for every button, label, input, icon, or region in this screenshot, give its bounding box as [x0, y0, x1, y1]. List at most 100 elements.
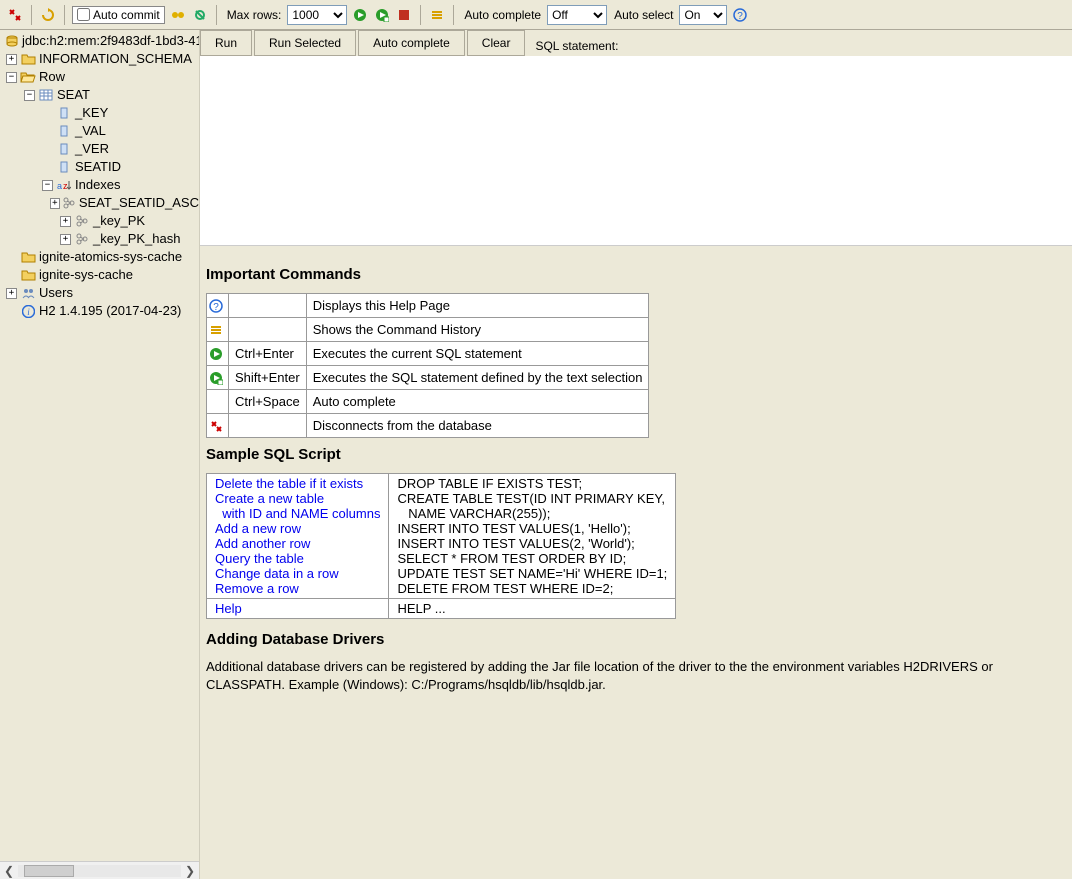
run-button[interactable]: Run [200, 30, 252, 56]
sample-link[interactable]: Change data in a row [215, 566, 380, 581]
commit-icon[interactable] [169, 6, 187, 24]
sample-sql-line: INSERT INTO TEST VALUES(1, 'Hello'); [397, 521, 667, 536]
column-icon [56, 124, 72, 138]
command-shortcut [229, 414, 307, 438]
sql-input[interactable] [200, 56, 1072, 246]
tree-node-label: Row [39, 68, 65, 86]
tree-node-label: ignite-sys-cache [39, 266, 133, 284]
clear-button[interactable]: Clear [467, 30, 526, 56]
tree-node[interactable]: _VER [2, 140, 199, 158]
tree-node-label: _VER [75, 140, 109, 158]
important-commands-heading: Important Commands [206, 266, 1066, 283]
tree-expander[interactable]: + [60, 234, 71, 245]
tree-node-label: _VAL [75, 122, 106, 140]
run-icon[interactable] [351, 6, 369, 24]
auto-select-select[interactable]: OnOff [679, 5, 727, 25]
help-icon: ? [207, 294, 229, 318]
sample-link[interactable]: Create a new table [215, 491, 380, 506]
commands-row: Ctrl+SpaceAuto complete [207, 390, 649, 414]
tree-node[interactable]: SEATID [2, 158, 199, 176]
commands-row: Ctrl+EnterExecutes the current SQL state… [207, 342, 649, 366]
stop-icon[interactable] [395, 6, 413, 24]
sample-link[interactable]: Add another row [215, 536, 380, 551]
sample-link[interactable]: Query the table [215, 551, 380, 566]
auto-complete-select[interactable]: OffNormalFull [547, 5, 607, 25]
tree-node-label: _KEY [75, 104, 108, 122]
tree-node-label: H2 1.4.195 (2017-04-23) [39, 302, 181, 320]
column-icon [56, 106, 72, 120]
tree-node[interactable]: +_key_PK [2, 212, 199, 230]
tree-node[interactable]: _KEY [2, 104, 199, 122]
command-description: Auto complete [306, 390, 649, 414]
tree-node-label: Users [39, 284, 73, 302]
sidebar-scrollbar[interactable]: ❮ ❯ [0, 861, 199, 879]
sample-link[interactable]: Remove a row [215, 581, 380, 596]
folder-open-icon [20, 70, 36, 84]
sample-link[interactable]: with ID and NAME columns [215, 506, 380, 521]
scroll-thumb[interactable] [24, 865, 74, 877]
rollback-icon[interactable] [191, 6, 209, 24]
command-description: Executes the current SQL statement [306, 342, 649, 366]
auto-commit-checkbox[interactable]: Auto commit [72, 6, 165, 24]
tree-node[interactable]: − SEAT [2, 86, 199, 104]
sidebar: jdbc:h2:mem:2f9483df-1bd3-410+INFORMATIO… [0, 30, 200, 879]
run-selected-button[interactable]: Run Selected [254, 30, 356, 56]
tree-node-label: _key_PK_hash [93, 230, 180, 248]
column-icon [56, 160, 72, 174]
index-icon [63, 196, 76, 210]
tree-expander[interactable]: + [60, 216, 71, 227]
blank-icon [207, 390, 229, 414]
tree-expander[interactable]: − [6, 72, 17, 83]
tree-node[interactable]: +SEAT_SEATID_ASC [2, 194, 199, 212]
sample-help-link-cell: Help [207, 599, 389, 619]
table-icon [38, 88, 54, 102]
info-icon: i [20, 304, 36, 318]
tree-expander[interactable]: − [24, 90, 35, 101]
sample-link[interactable]: Add a new row [215, 521, 380, 536]
auto-select-label: Auto select [614, 8, 673, 22]
commands-row: Shows the Command History [207, 318, 649, 342]
history-icon[interactable] [428, 6, 446, 24]
tree-expander[interactable]: + [6, 54, 17, 65]
tree-expander[interactable]: + [6, 288, 17, 299]
index-icon [74, 232, 90, 246]
sample-table: Delete the table if it existsCreate a ne… [206, 473, 676, 619]
max-rows-select[interactable]: 10100100010000100000All [287, 5, 347, 25]
commands-table: ?Displays this Help PageShows the Comman… [206, 293, 649, 438]
content-area: Run Run Selected Auto complete Clear SQL… [200, 30, 1072, 879]
sample-links-cell: Delete the table if it existsCreate a ne… [207, 474, 389, 599]
help-icon[interactable]: ? [731, 6, 749, 24]
tree-node[interactable]: −azIndexes [2, 176, 199, 194]
sample-sql-heading: Sample SQL Script [206, 446, 1066, 463]
tree-node[interactable]: + Users [2, 284, 199, 302]
command-shortcut: Ctrl+Enter [229, 342, 307, 366]
tree-node[interactable]: − Row [2, 68, 199, 86]
tree-expander[interactable]: − [42, 180, 53, 191]
auto-complete-button[interactable]: Auto complete [358, 30, 465, 56]
run-selected-icon[interactable] [373, 6, 391, 24]
svg-text:a: a [57, 181, 62, 191]
drivers-paragraph: Additional database drivers can be regis… [206, 658, 1066, 693]
scroll-left-icon[interactable]: ❮ [4, 864, 14, 878]
tree-node[interactable]: ignite-atomics-sys-cache [2, 248, 199, 266]
top-toolbar: Auto commit Max rows: 101001000100001000… [0, 0, 1072, 30]
command-description: Disconnects from the database [306, 414, 649, 438]
tree-node[interactable]: _VAL [2, 122, 199, 140]
scroll-track[interactable] [18, 865, 181, 877]
auto-commit-input[interactable] [77, 8, 90, 21]
refresh-icon[interactable] [39, 6, 57, 24]
tree-node[interactable]: iH2 1.4.195 (2017-04-23) [2, 302, 199, 320]
disconnect-icon[interactable] [6, 6, 24, 24]
tree-node-label: SEAT [57, 86, 90, 104]
tree-expander[interactable]: + [50, 198, 59, 209]
tree-node[interactable]: ignite-sys-cache [2, 266, 199, 284]
sample-sql-line: SELECT * FROM TEST ORDER BY ID; [397, 551, 667, 566]
sample-link[interactable]: Delete the table if it exists [215, 476, 380, 491]
tree-db-url[interactable]: jdbc:h2:mem:2f9483df-1bd3-410 [2, 32, 199, 50]
tree-node[interactable]: +INFORMATION_SCHEMA [2, 50, 199, 68]
tree-node[interactable]: + _key_PK_hash [2, 230, 199, 248]
scroll-right-icon[interactable]: ❯ [185, 864, 195, 878]
db-url-label: jdbc:h2:mem:2f9483df-1bd3-410 [22, 32, 199, 50]
db-tree: jdbc:h2:mem:2f9483df-1bd3-410+INFORMATIO… [0, 30, 199, 861]
sample-help-link[interactable]: Help [215, 601, 380, 616]
